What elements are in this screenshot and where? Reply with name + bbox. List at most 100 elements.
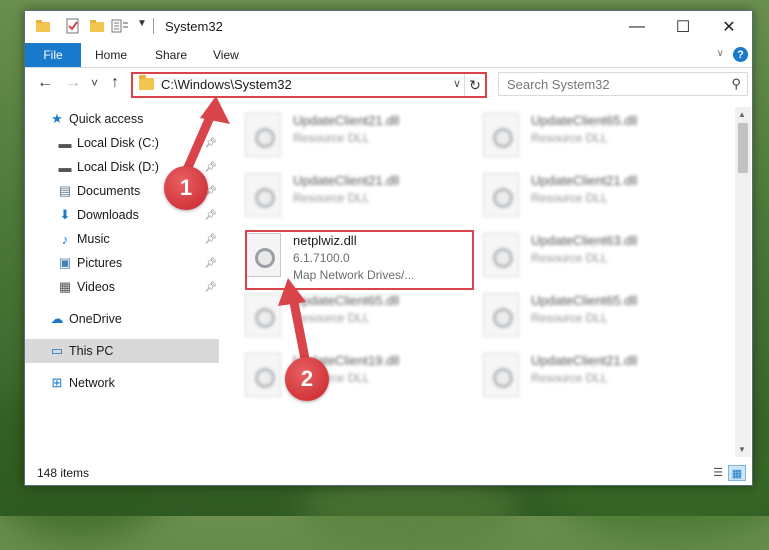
file-item[interactable]: UpdateClient21.dll Resource DLL	[239, 107, 469, 159]
details-view-icon[interactable]: ☰	[710, 465, 726, 479]
close-button[interactable]: ✕	[706, 11, 752, 43]
file-item[interactable]: UpdateClient65.dll Resource DLL	[239, 287, 469, 339]
file-name: UpdateClient65.dll	[293, 293, 400, 308]
file-item[interactable]: UpdateClient65.dll Resource DLL	[477, 107, 707, 159]
window-title: System32	[165, 19, 223, 34]
file-description: Resource DLL	[293, 191, 370, 205]
sidebar-item-label: Local Disk (C:)	[77, 136, 159, 150]
dll-file-icon	[483, 173, 519, 217]
dll-file-icon	[245, 173, 281, 217]
sidebar-item-label: Pictures	[77, 256, 123, 270]
documents-icon: ▤	[58, 183, 72, 198]
navigation-bar: ← → ˅ ↑ C:\Windows\System32 ∨ ↻ Search S…	[25, 68, 752, 100]
scroll-up-icon[interactable]: ▲	[738, 110, 746, 119]
folder-icon	[139, 75, 154, 90]
sidebar-item-quick-access[interactable]: ★ Quick access	[25, 107, 219, 131]
pin-icon[interactable]: 📌︎	[204, 258, 217, 269]
tiles-view-icon[interactable]: ▦	[728, 465, 746, 481]
step-badge-1: 1	[164, 166, 208, 210]
videos-icon: ▦	[58, 279, 72, 294]
tab-view[interactable]: View	[213, 48, 239, 62]
file-item[interactable]: UpdateClient21.dll Resource DLL	[239, 167, 469, 219]
maximize-button[interactable]: ☐	[660, 11, 706, 43]
file-description: Resource DLL	[293, 131, 370, 145]
address-dropdown-chevron-icon[interactable]: ∨	[453, 77, 461, 90]
downloads-icon: ⬇	[59, 207, 71, 222]
file-description: Resource DLL	[531, 191, 608, 205]
scrollbar-thumb[interactable]	[738, 123, 748, 173]
tab-file[interactable]: File	[25, 43, 81, 67]
sidebar-item-label: Documents	[77, 184, 141, 198]
recent-locations-button[interactable]: ˅	[91, 76, 98, 90]
search-placeholder: Search System32	[507, 77, 610, 92]
search-icon[interactable]: ⚲	[731, 76, 741, 92]
tab-share[interactable]: Share	[155, 48, 187, 62]
refresh-icon[interactable]: ↻	[464, 74, 485, 96]
address-path[interactable]: C:\Windows\System32	[161, 77, 292, 92]
dll-file-icon	[245, 113, 281, 157]
ribbon: File Home Share View ∨ ?	[25, 43, 752, 68]
file-description: Resource DLL	[531, 311, 608, 325]
sidebar-item-videos[interactable]: ▦ Videos 📌︎	[25, 275, 219, 299]
drive-icon: ▬	[58, 159, 72, 175]
music-icon: ♪	[61, 231, 69, 247]
sidebar-item-network[interactable]: ⊞ Network	[25, 371, 219, 395]
dll-file-icon	[483, 233, 519, 277]
title-divider	[153, 18, 154, 34]
sidebar-item-local-disk-c[interactable]: ▬ Local Disk (C:) 📌︎	[25, 131, 219, 155]
pin-icon[interactable]: 📌︎	[204, 138, 217, 149]
sidebar-item-label: Downloads	[77, 208, 139, 222]
file-item[interactable]: UpdateClient21.dll Resource DLL	[477, 167, 707, 219]
vertical-scrollbar[interactable]: ▲ ▼	[735, 107, 751, 457]
rename-icon[interactable]	[111, 18, 128, 34]
pin-icon[interactable]: 📌︎	[204, 282, 217, 293]
up-button[interactable]: ↑	[111, 74, 119, 92]
file-description: Resource DLL	[293, 311, 370, 325]
sidebar-item-label: Music	[77, 232, 110, 246]
help-icon[interactable]: ?	[733, 47, 748, 62]
file-name: UpdateClient21.dll	[293, 113, 400, 128]
dll-file-icon	[483, 293, 519, 337]
pin-icon[interactable]: 📌︎	[204, 162, 217, 173]
item-count: 148 items	[37, 466, 90, 480]
search-input[interactable]: Search System32 ⚲	[498, 72, 748, 96]
file-item[interactable]: UpdateClient63.dll Resource DLL	[477, 227, 707, 279]
scroll-down-icon[interactable]: ▼	[738, 445, 746, 454]
sidebar-item-label: Network	[69, 376, 115, 390]
expand-ribbon-chevron-icon[interactable]: ∨	[717, 48, 724, 59]
file-item[interactable]: UpdateClient19.dll Resource DLL	[239, 347, 469, 399]
address-bar[interactable]: C:\Windows\System32 ∨ ↻	[131, 72, 487, 98]
dll-file-icon	[245, 353, 281, 397]
customize-toolbar-chevron-icon[interactable]: ▼	[137, 18, 153, 34]
forward-button[interactable]: →	[65, 74, 81, 92]
tab-home[interactable]: Home	[95, 48, 127, 62]
sidebar-item-label: Quick access	[69, 112, 144, 126]
sidebar-item-this-pc[interactable]: ▭ This PC	[25, 339, 219, 363]
new-folder-icon[interactable]	[89, 18, 105, 34]
minimize-button[interactable]: —	[614, 11, 660, 43]
pin-icon[interactable]: 📌︎	[204, 210, 217, 221]
file-name: UpdateClient65.dll	[531, 113, 638, 128]
file-name: UpdateClient21.dll	[531, 353, 638, 368]
sidebar-item-pictures[interactable]: ▣ Pictures 📌︎	[25, 251, 219, 275]
step-badge-2: 2	[285, 357, 329, 401]
sidebar-item-onedrive[interactable]: ☁ OneDrive	[25, 307, 219, 331]
file-item[interactable]: UpdateClient65.dll Resource DLL	[477, 287, 707, 339]
folder-icon	[35, 18, 51, 34]
status-bar: 148 items ☰ ▦	[25, 461, 752, 485]
sidebar-item-music[interactable]: ♪ Music 📌︎	[25, 227, 219, 251]
this-pc-icon: ▭	[50, 343, 64, 358]
back-button[interactable]: ←	[37, 74, 53, 92]
highlight-box	[245, 230, 474, 290]
sidebar-item-label: OneDrive	[69, 312, 122, 326]
pictures-icon: ▣	[58, 255, 72, 270]
star-icon: ★	[51, 111, 63, 126]
sidebar-item-label: Local Disk (D:)	[77, 160, 159, 174]
file-description: Resource DLL	[531, 251, 608, 265]
pin-icon[interactable]: 📌︎	[204, 234, 217, 245]
file-name: UpdateClient65.dll	[531, 293, 638, 308]
title-bar: ▼ System32 — ☐ ✕	[25, 11, 752, 43]
properties-icon[interactable]	[65, 18, 81, 34]
onedrive-icon: ☁	[50, 311, 64, 326]
file-item[interactable]: UpdateClient21.dll Resource DLL	[477, 347, 707, 399]
